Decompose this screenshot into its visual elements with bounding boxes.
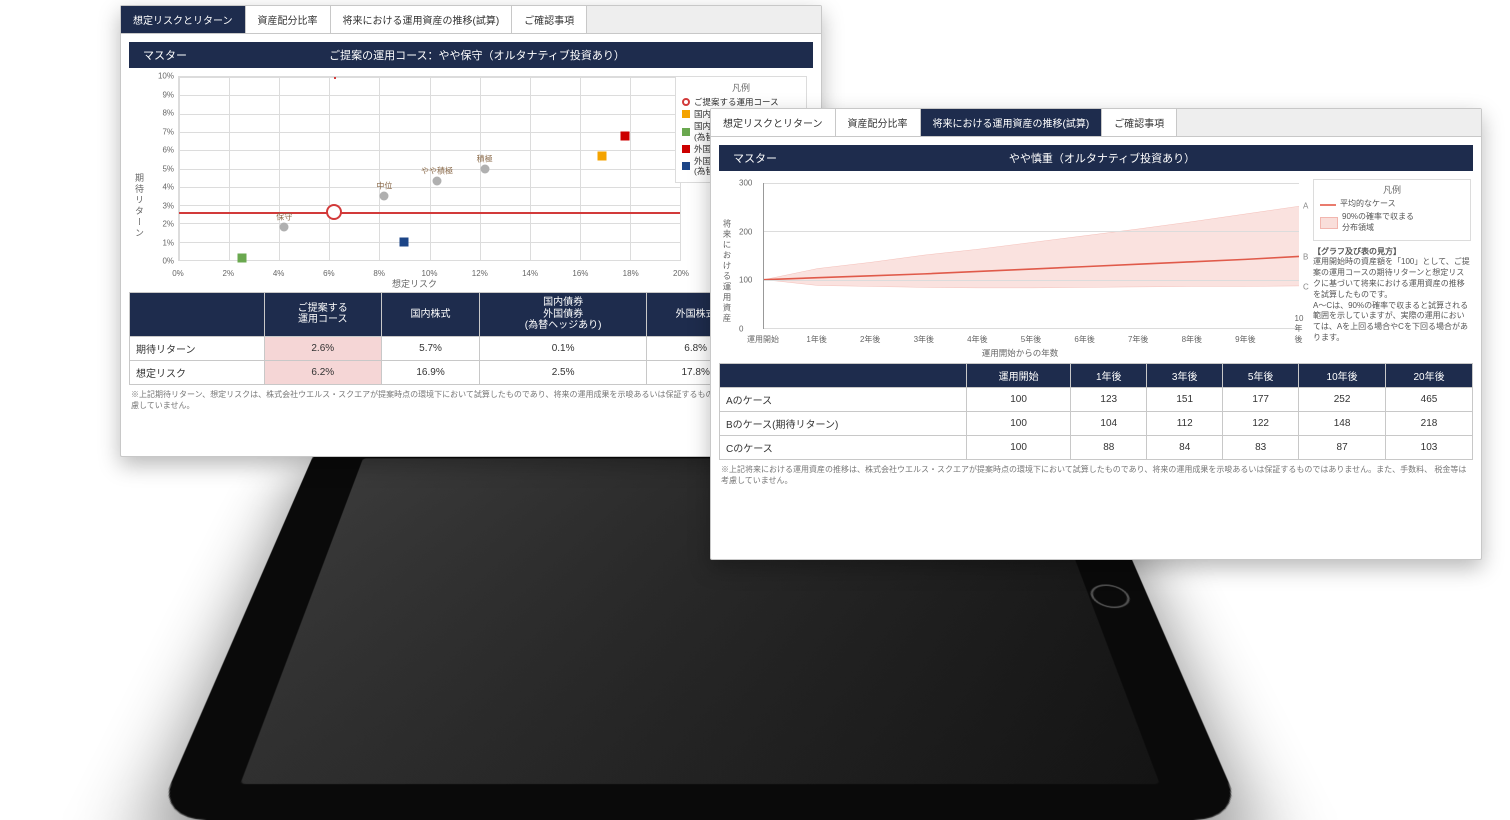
forecast-svg xyxy=(764,183,1299,328)
scatter-point xyxy=(598,151,607,160)
tablet-home-button xyxy=(1087,584,1134,608)
tab-3[interactable]: ご確認事項 xyxy=(512,6,587,33)
titlebar-left-value: ご提案の運用コース：やや保守（オルタナティブ投資あり） xyxy=(201,47,813,63)
tab-1[interactable]: 資産配分比率 xyxy=(836,109,921,136)
legend-area-label: 90%の確率で収まる 分布領域 xyxy=(1342,212,1414,234)
titlebar-right-label: マスター xyxy=(719,150,791,166)
scatter-point xyxy=(380,191,389,200)
scatter-chart: 期待リターン 保守中位やや積極積極 凡例 ご提案する運用コース国内株式国内債券・… xyxy=(131,76,811,286)
titlebar-left-label: マスター xyxy=(129,47,201,63)
tabs-left: 想定リスクとリターン資産配分比率将来における運用資産の推移(試算)ご確認事項 xyxy=(121,6,821,34)
range-area-swatch xyxy=(1320,217,1338,229)
tab-2[interactable]: 将来における運用資産の推移(試算) xyxy=(921,109,1103,136)
tab-0[interactable]: 想定リスクとリターン xyxy=(121,6,246,33)
forecast-side: 凡例 平均的なケース 90%の確率で収まる 分布領域 【グラフ及び表の見方】 運… xyxy=(1313,179,1471,359)
scatter-x-axis-label: 想定リスク xyxy=(148,277,681,290)
series-end-label: C xyxy=(1303,282,1309,291)
side-help-body: 運用開始時の資産額を「100」として、ご提案の運用コースの期待リターンと想定リス… xyxy=(1313,257,1471,343)
side-help-title: 【グラフ及び表の見方】 xyxy=(1313,247,1471,258)
titlebar-right-value: やや慎重（オルタナティブ投資あり） xyxy=(791,150,1473,166)
forecast-table: 運用開始1年後3年後5年後10年後20年後Aのケース10012315117725… xyxy=(719,363,1473,460)
panel-forecast: 想定リスクとリターン資産配分比率将来における運用資産の推移(試算)ご確認事項 マ… xyxy=(710,108,1482,560)
legend-row: ご提案する運用コース xyxy=(682,97,800,107)
footnote-right: ※上記将来における運用資産の推移は、株式会社ウエルス・スクエアが提案時点の環境下… xyxy=(721,464,1471,486)
legend-line-label: 平均的なケース xyxy=(1340,199,1396,210)
tab-3[interactable]: ご確認事項 xyxy=(1102,109,1177,136)
forecast-chart: 運用開始からの年数 0100200300運用開始1年後2年後3年後4年後5年後6… xyxy=(735,179,1305,359)
tab-2[interactable]: 将来における運用資産の推移(試算) xyxy=(331,6,513,33)
forecast-plot-area xyxy=(763,183,1299,329)
scatter-y-axis-label: 期待リターン xyxy=(131,76,148,286)
legend-title: 凡例 xyxy=(682,81,800,94)
titlebar-right: マスター やや慎重（オルタナティブ投資あり） xyxy=(719,145,1473,171)
footnote-left: ※上記期待リターン、想定リスクは、株式会社ウエルス・スクエアが提案時点の環境下に… xyxy=(131,389,811,411)
scatter-point xyxy=(400,237,409,246)
tab-0[interactable]: 想定リスクとリターン xyxy=(711,109,836,136)
scatter-point xyxy=(433,177,442,186)
titlebar-left: マスター ご提案の運用コース：やや保守（オルタナティブ投資あり） xyxy=(129,42,813,68)
scatter-plot-area: 保守中位やや積極積極 xyxy=(178,76,681,261)
forecast-y-axis-label: 将来における運用資産 xyxy=(721,179,735,359)
tab-1[interactable]: 資産配分比率 xyxy=(246,6,331,33)
scatter-point xyxy=(480,164,489,173)
forecast-chart-row: 将来における運用資産 運用開始からの年数 0100200300運用開始1年後2年… xyxy=(721,179,1471,359)
scatter-point xyxy=(620,131,629,140)
scatter-point xyxy=(280,223,289,232)
forecast-x-axis-label: 運用開始からの年数 xyxy=(735,347,1305,359)
scatter-point xyxy=(237,254,246,263)
mean-line-swatch xyxy=(1320,204,1336,206)
forecast-legend-title: 凡例 xyxy=(1320,184,1464,196)
series-end-label: B xyxy=(1303,252,1308,261)
scatter-point xyxy=(326,204,342,220)
forecast-legend: 凡例 平均的なケース 90%の確率で収まる 分布領域 xyxy=(1313,179,1471,241)
tabs-right: 想定リスクとリターン資産配分比率将来における運用資産の推移(試算)ご確認事項 xyxy=(711,109,1481,137)
series-end-label: A xyxy=(1303,202,1308,211)
